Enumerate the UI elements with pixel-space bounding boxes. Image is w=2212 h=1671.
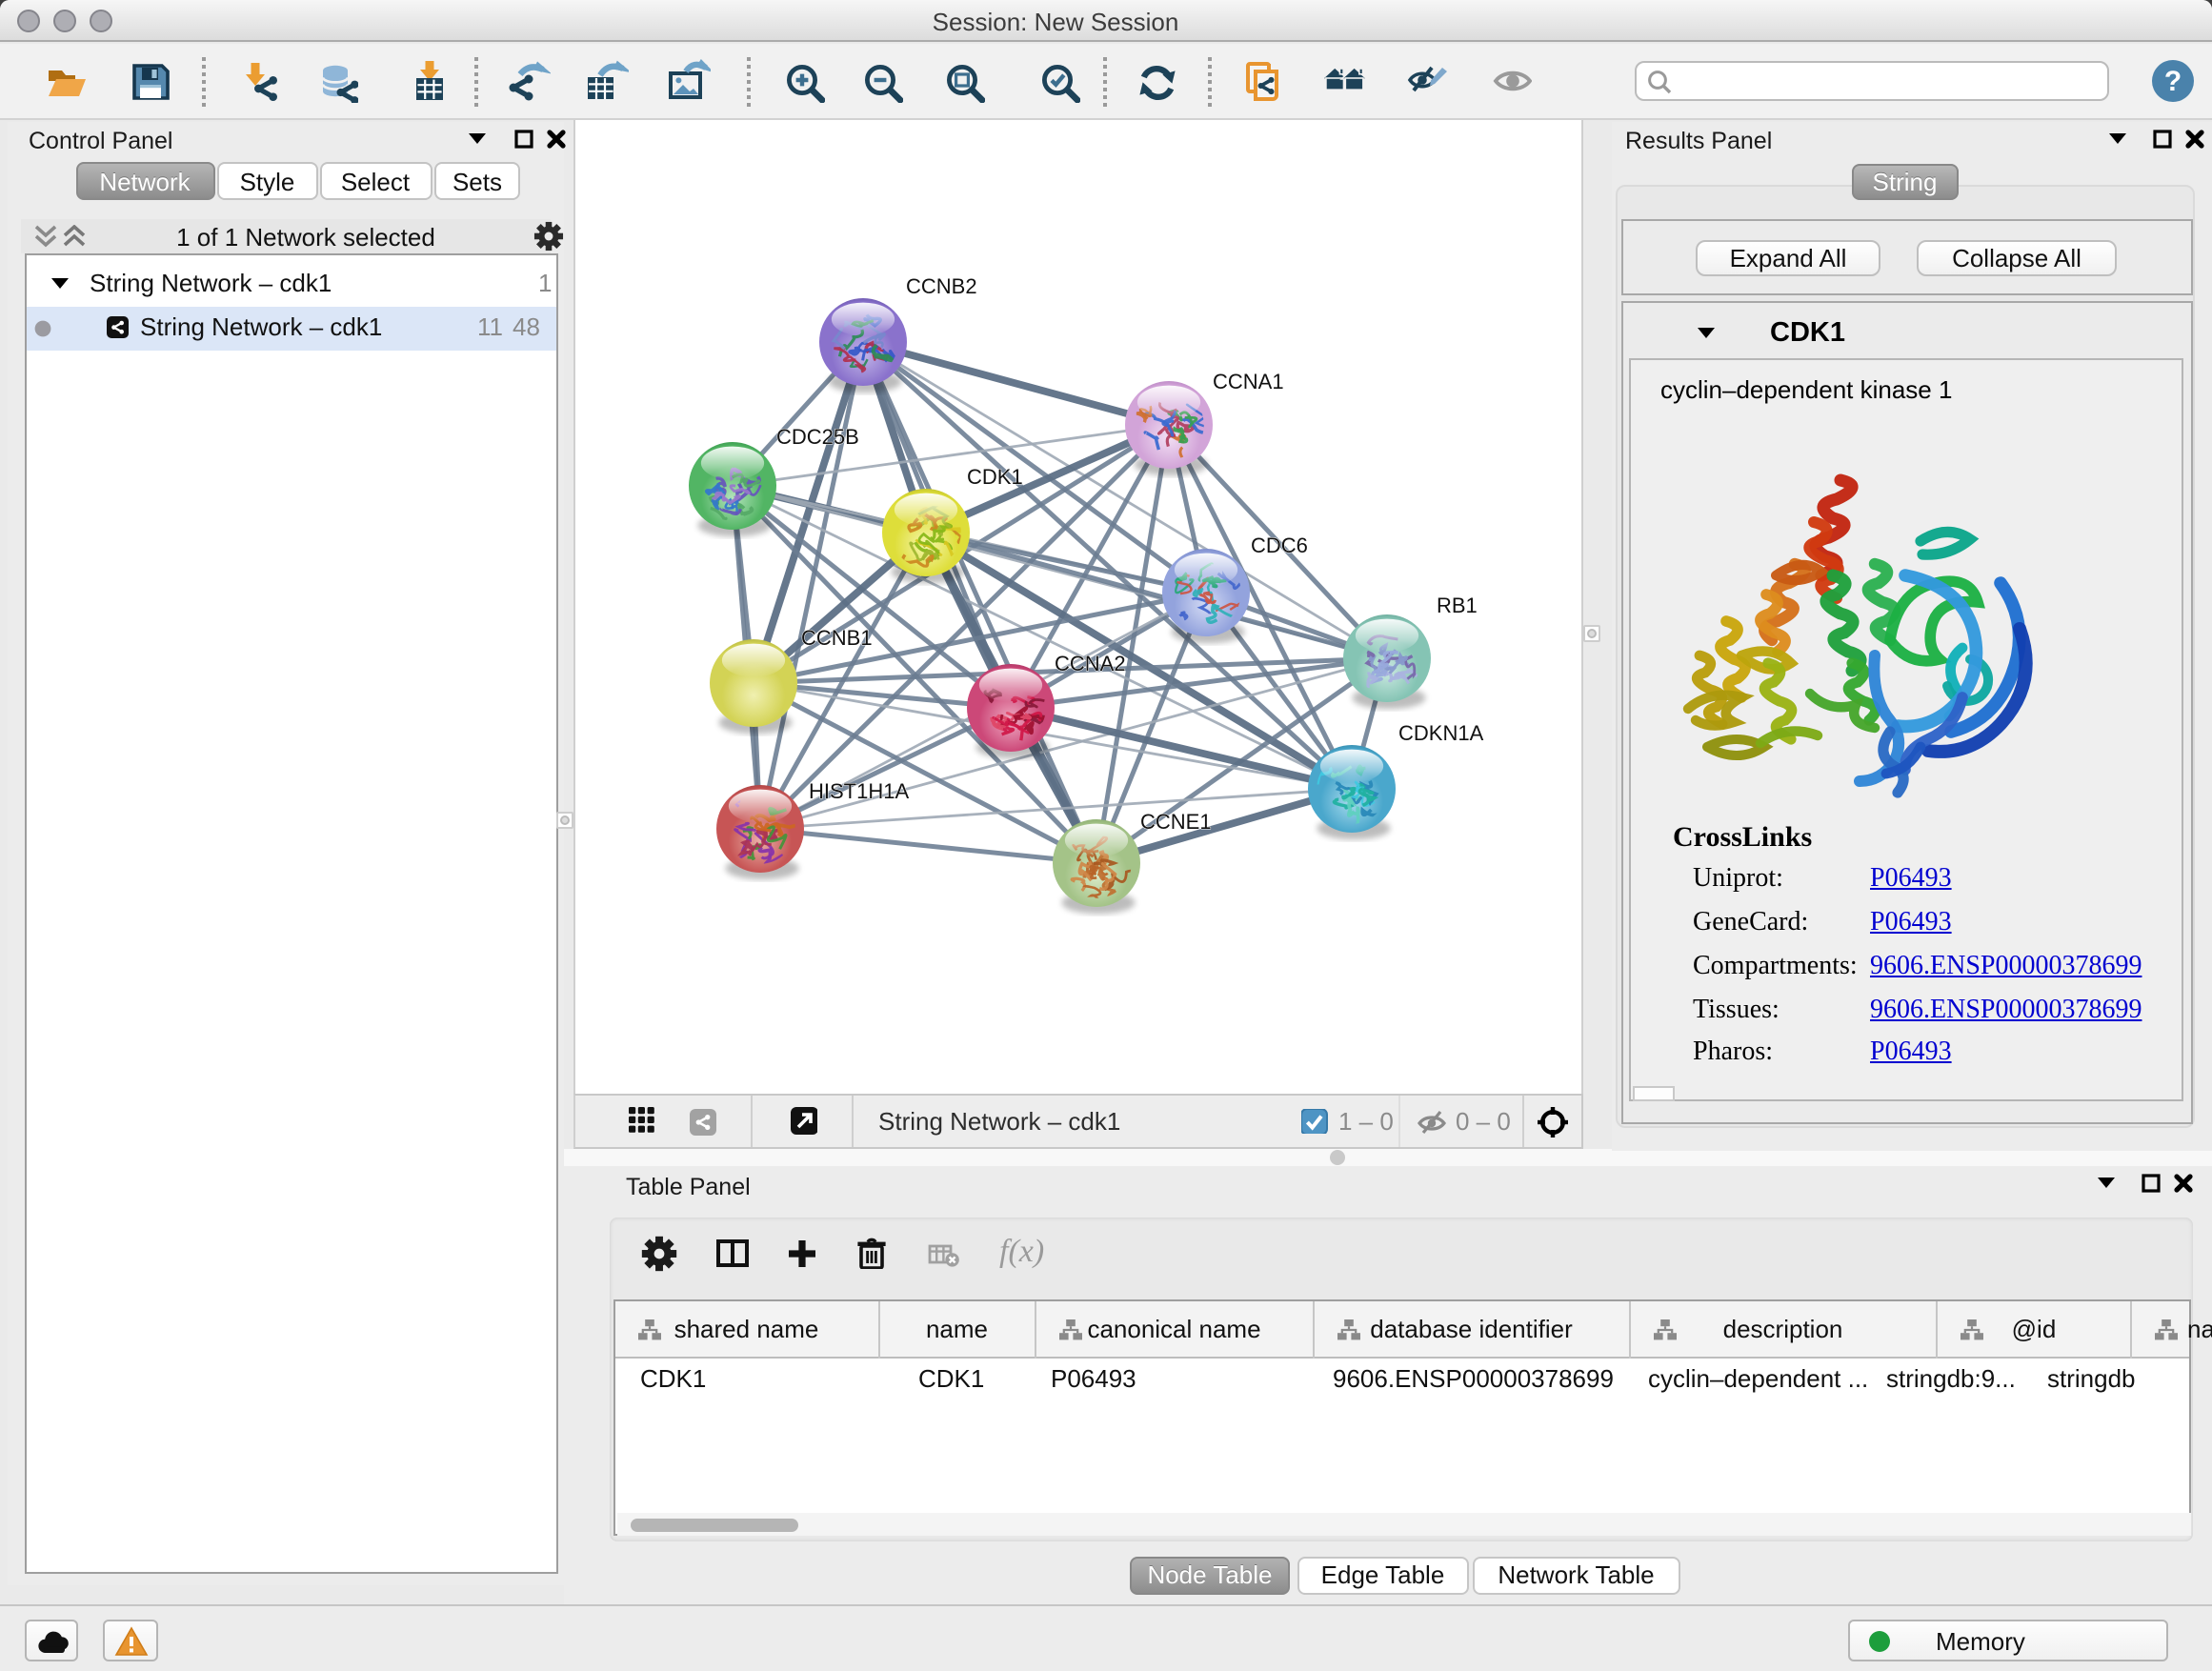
svg-text:RB1: RB1 bbox=[1436, 593, 1477, 616]
svg-text:?: ? bbox=[2163, 66, 2181, 97]
svg-text:CCNA1: CCNA1 bbox=[1212, 369, 1283, 393]
svg-text:CDKN1A: CDKN1A bbox=[1398, 720, 1483, 744]
svg-text:CCNE1: CCNE1 bbox=[1139, 809, 1211, 833]
svg-text:CDK1: CDK1 bbox=[966, 464, 1022, 488]
svg-text:CDC6: CDC6 bbox=[1250, 533, 1307, 556]
svg-text:CCNB1: CCNB1 bbox=[800, 625, 872, 649]
svg-text:HIST1H1A: HIST1H1A bbox=[808, 778, 908, 802]
svg-text:CDC25B: CDC25B bbox=[775, 424, 858, 448]
svg-text:CCNA2: CCNA2 bbox=[1054, 651, 1125, 674]
svg-text:CCNB2: CCNB2 bbox=[905, 273, 976, 297]
